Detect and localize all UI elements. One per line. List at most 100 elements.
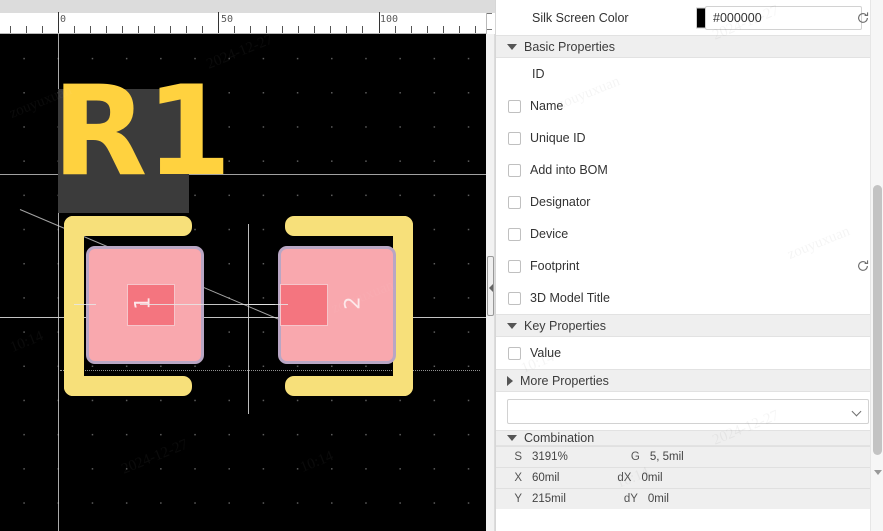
scroll-down-arrow-icon[interactable] [874,470,882,475]
silkscreen-bar-right[interactable] [393,216,413,396]
ruler-tick-minor [42,26,43,33]
toolbar-strip [0,0,495,13]
ruler-tick-minor [346,26,347,33]
row-unique-id[interactable]: Unique IDUNIQUER1 [496,122,883,154]
properties-panel[interactable]: Silk Screen Color #000000 Basic Properti… [495,0,883,531]
name-label: Name [530,99,563,113]
panel-splitter[interactable] [486,34,495,531]
horizontal-ruler[interactable]: 050100 [0,13,495,34]
checkbox-add-into-bom[interactable] [508,164,521,177]
silkscreen-bar-left[interactable] [64,216,84,396]
status-key: X [496,472,522,484]
row-silk-screen-color[interactable]: Silk Screen Color #000000 [496,0,883,35]
scrollbar-thumb[interactable] [873,185,882,455]
ruler-tick-minor [234,26,235,33]
ruler-label: 50 [221,14,233,25]
add-into-bom-label: Add into BOM [530,163,608,177]
silk-screen-color-label: Silk Screen Color [532,11,629,25]
ruler-tick-minor [443,26,444,33]
more-properties-select[interactable] [507,399,869,424]
splitter-collapse-handle[interactable] [487,256,494,316]
refresh-icon[interactable] [856,11,870,25]
status-value: 0mil [641,472,662,484]
row-designator[interactable]: DesignatorR1 [496,186,883,218]
section-basic-properties-label: Basic Properties [524,40,615,54]
checkbox-name[interactable] [508,100,521,113]
ruler-tick-minor [314,26,315,33]
caret-down-icon [507,435,517,441]
silk-screen-color-input[interactable]: #000000 [705,6,862,30]
section-key-properties-label: Key Properties [524,319,606,333]
ruler-tick-minor [154,26,155,33]
row-footprint[interactable]: FootprintR0603 [496,250,883,282]
checkbox-device[interactable] [508,228,521,241]
refresh-icon[interactable] [856,259,870,273]
status-row: Y215mildY0mil [496,488,883,509]
pcb-editor-window: 050100 R1 1 [0,0,883,531]
3d-model-title-label: 3D Model Title [530,291,610,305]
section-basic-properties[interactable]: Basic Properties [496,35,883,58]
ruler-tick-minor [90,26,91,33]
row-3d-model-title[interactable]: 3D Model TitleR0603⋯ [496,282,883,314]
pcb-drawing-surface[interactable]: R1 1 2 zouyuxuan 2024-12-27 [0,34,486,531]
row-id[interactable]: IDe1 [496,58,883,90]
pad-2-net-line [248,304,288,305]
ruler-tick-minor [411,26,412,33]
row-device[interactable]: DeviceRes_0603⋯ [496,218,883,250]
ruler-tick-minor [282,26,283,33]
status-row: X60mildX0mil [496,467,883,488]
ruler-tick-minor [10,26,11,33]
section-combination[interactable]: Combination [496,430,883,446]
ruler-tick-minor [298,26,299,33]
footprint-label: Footprint [530,259,579,273]
caret-right-icon [507,376,513,386]
row-more-properties-select[interactable] [496,392,883,430]
section-combination-label: Combination [524,431,594,445]
pad-2[interactable]: 2 [278,246,396,364]
pad-1[interactable]: 1 [86,246,204,364]
pad-2-number: 2 [341,296,365,309]
row-add-into-bom[interactable]: Add into BOMYes [496,154,883,186]
checkbox-footprint[interactable] [508,260,521,273]
id-label: ID [532,67,545,81]
checkbox-value[interactable] [508,347,521,360]
row-name[interactable]: Name={Value} [496,90,883,122]
checkbox-3d-model-title[interactable] [508,292,521,305]
dashed-boundary-line [60,370,480,371]
ruler-tick-major [58,12,59,33]
ruler-tick-minor [266,26,267,33]
panel-scrollbar[interactable] [870,0,883,531]
ruler-tick-minor [122,26,123,33]
checkbox-designator[interactable] [508,196,521,209]
value-label: Value [530,346,561,360]
status-key: Y [496,493,522,505]
status-bar: S3191%G5, 5milX60mildX0milY215mildY0mil [496,446,883,509]
section-more-properties[interactable]: More Properties [496,369,883,392]
ruler-tick-minor [362,26,363,33]
ruler-tick-minor [74,26,75,33]
status-key: dX [605,472,631,484]
pad-2-inner [280,284,328,326]
chevron-down-icon [852,407,862,417]
ruler-tick-minor [138,26,139,33]
row-value[interactable]: Value10K [496,337,883,369]
ruler-tick-minor [186,26,187,33]
status-value: 215mil [532,493,566,505]
status-value: 5, 5mil [650,451,684,463]
pcb-canvas-pane[interactable]: 050100 R1 1 [0,0,495,531]
designator-label[interactable]: R1 [52,76,230,188]
ruler-label: 0 [60,14,66,25]
section-more-properties-label: More Properties [520,374,609,388]
ruler-tick-minor [395,26,396,33]
status-row: S3191%G5, 5mil [496,446,883,467]
caret-down-icon [507,323,517,329]
ruler-tick-minor [170,26,171,33]
section-key-properties[interactable]: Key Properties [496,314,883,337]
checkbox-unique-id[interactable] [508,132,521,145]
device-label: Device [530,227,568,241]
ruler-tick-minor [202,26,203,33]
ruler-tick-minor [475,26,476,33]
basic-properties-rows: IDe1Name={Value}Unique IDUNIQUER1Add int… [496,58,883,314]
key-properties-rows: Value10K [496,337,883,369]
ruler-tick-minor [487,29,492,30]
